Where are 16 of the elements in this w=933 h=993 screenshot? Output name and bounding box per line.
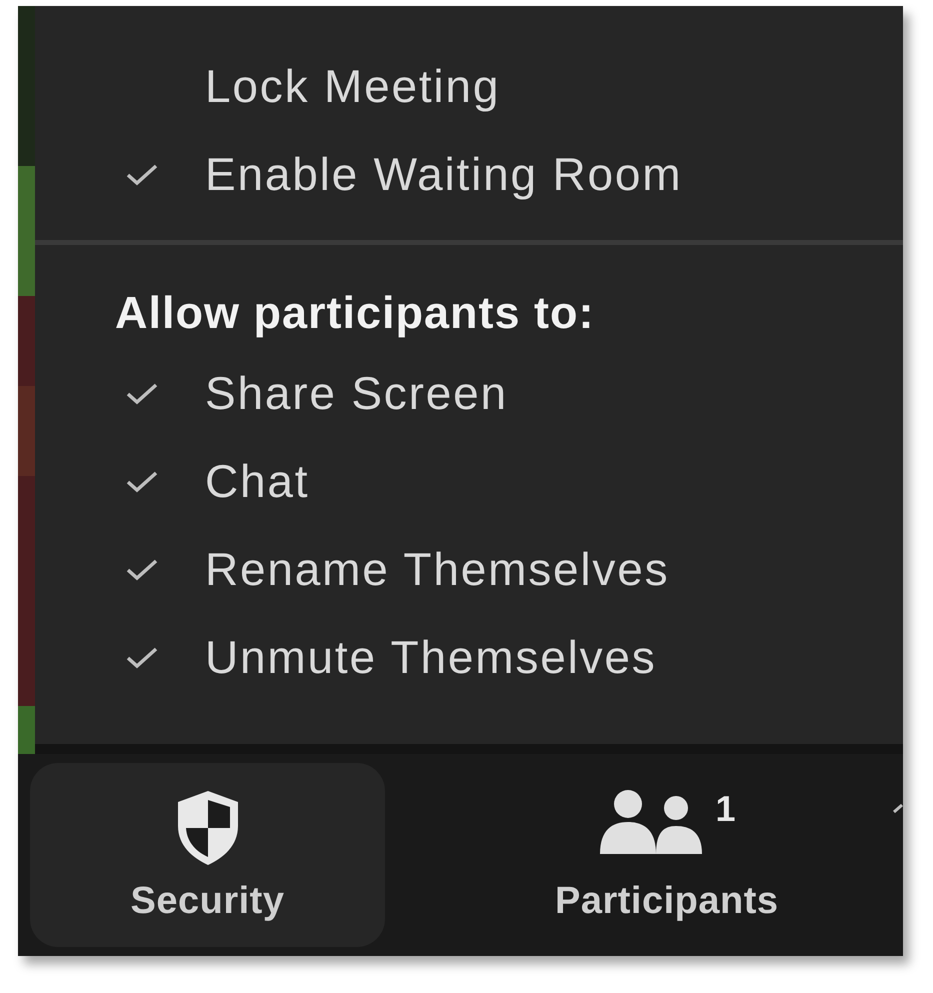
section-header: Allow participants to:	[114, 286, 596, 340]
check-icon	[125, 162, 159, 186]
menu-item[interactable]: Enable Waiting Room	[35, 130, 682, 218]
menu-item[interactable]: Rename Themselves	[35, 525, 670, 613]
check-icon	[125, 557, 159, 581]
participants-button[interactable]: 1 Participants	[485, 763, 849, 947]
menu-item[interactable]: Share Screen	[35, 349, 508, 437]
participant-count: 1	[716, 788, 736, 830]
check-icon	[125, 469, 159, 493]
menu-item[interactable]: Unmute Themselves	[35, 613, 657, 701]
security-button[interactable]: Security	[30, 763, 385, 947]
caret-icon[interactable]	[893, 802, 903, 816]
check-icon	[125, 381, 159, 405]
check-icon	[125, 645, 159, 669]
menu-item[interactable]: Lock Meeting	[35, 42, 500, 130]
menu-item[interactable]: Chat	[35, 437, 310, 525]
